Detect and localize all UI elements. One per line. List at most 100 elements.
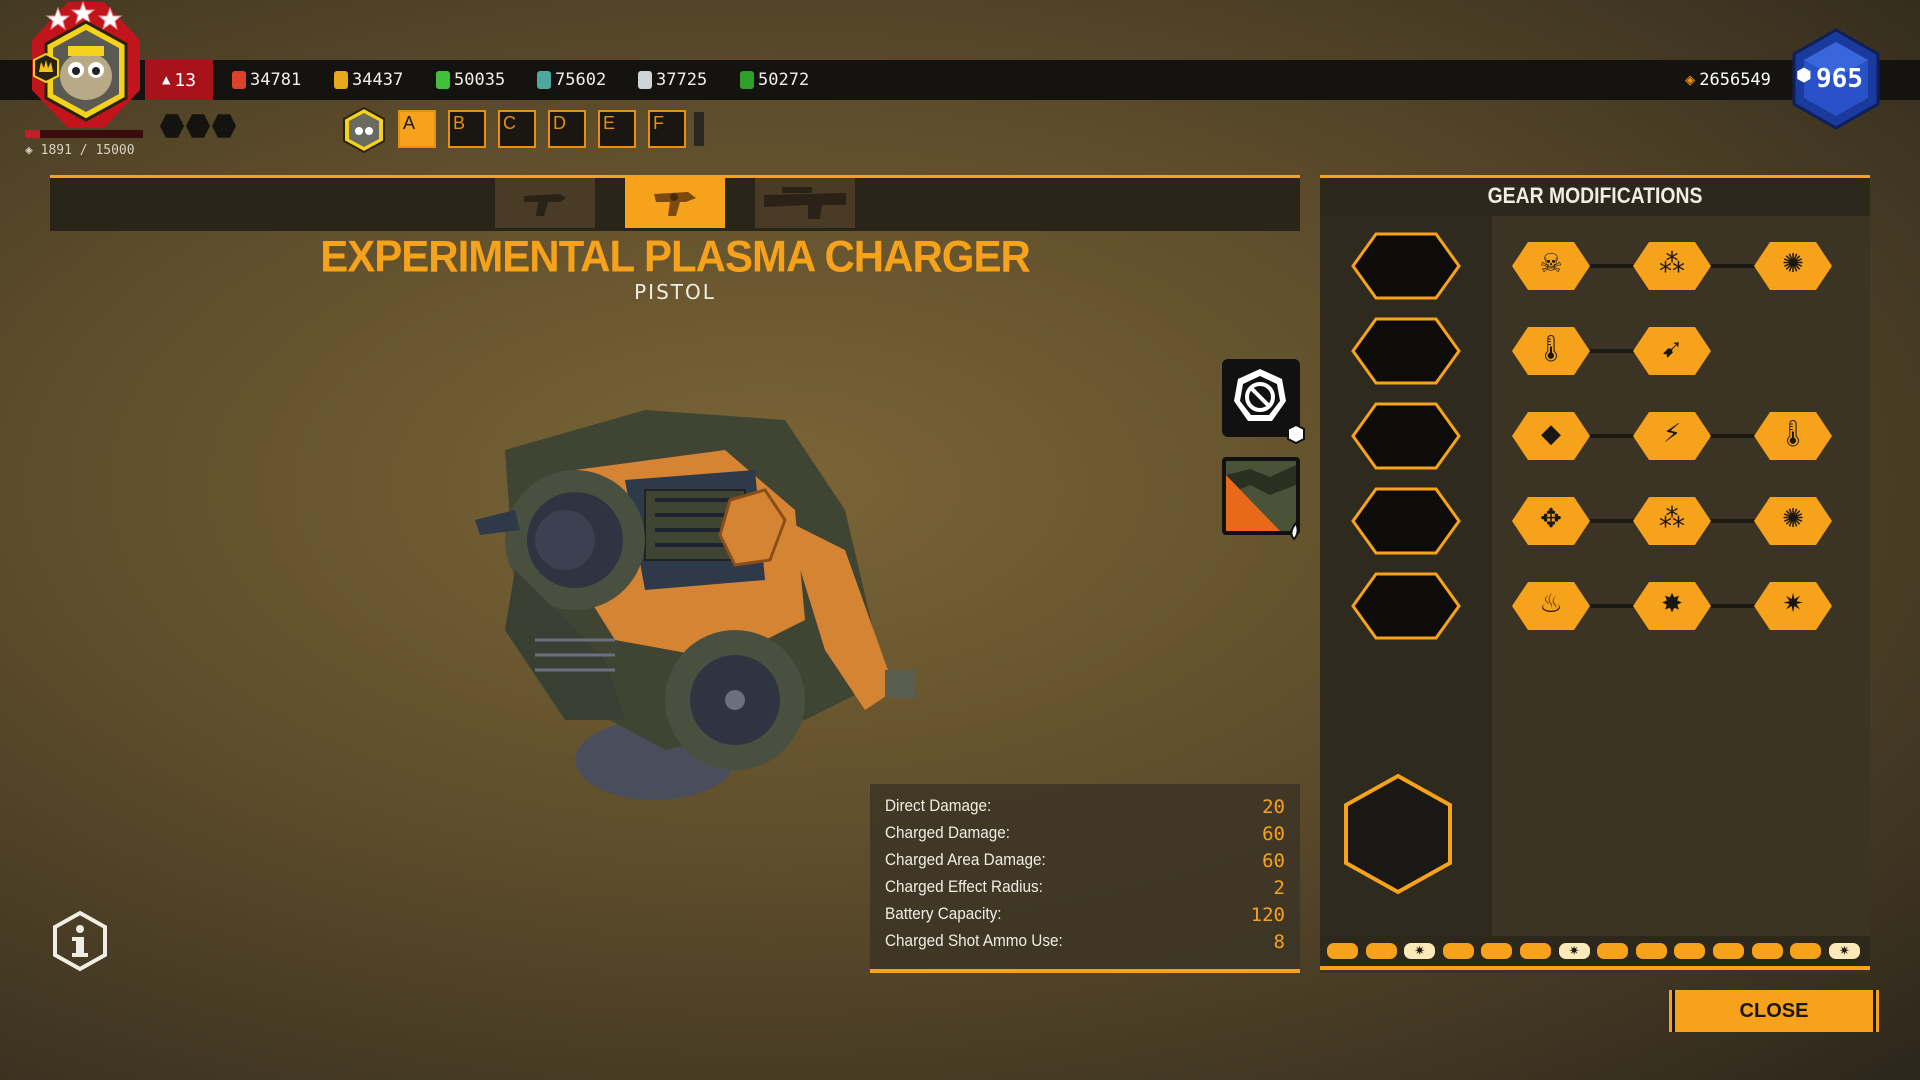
bullets-icon: ⁂: [1659, 249, 1685, 279]
stat-label: Charged Damage:: [885, 823, 1011, 842]
loadout-slot-d[interactable]: D: [548, 110, 586, 148]
stat-value: 2: [1273, 877, 1285, 899]
resource-value: 50272: [758, 70, 810, 90]
fire-icon: ♨: [1539, 589, 1563, 619]
tier-marker: [1790, 943, 1822, 959]
level-value: 965: [1816, 64, 1863, 94]
tier-marker: [1365, 943, 1397, 959]
heavy-gun-icon: [764, 187, 846, 219]
temperature-down-icon: 🌡: [1534, 334, 1568, 364]
perk-slot-empty[interactable]: [186, 114, 210, 138]
gear-mod-option[interactable]: ✸: [1631, 580, 1713, 632]
gear-mod-option[interactable]: ✺: [1752, 240, 1834, 292]
gear-mod-option[interactable]: ✥: [1510, 495, 1592, 547]
stat-row: Charged Area Damage: 60: [885, 850, 1285, 877]
stat-row: Charged Shot Ammo Use: 8: [885, 931, 1285, 958]
reticle-icon: ✺: [1782, 504, 1804, 534]
xp-value: 1891 / 15000: [40, 143, 135, 158]
gear-mod-option[interactable]: ⁂: [1631, 240, 1713, 292]
stat-row: Charged Effect Radius: 2: [885, 877, 1285, 904]
tab-primary-weapon[interactable]: [495, 178, 595, 228]
gear-mod-option[interactable]: ➹: [1631, 325, 1713, 377]
tier-marker: [1713, 943, 1744, 959]
gear-mod-option[interactable]: ✺: [1752, 495, 1834, 547]
loadout-slot-a[interactable]: A: [398, 110, 436, 148]
ore-chunk-icon: ◆: [1541, 419, 1561, 449]
loadout-slot-e[interactable]: E: [598, 110, 636, 148]
resource-counter: 50272: [740, 60, 809, 100]
loadout-slot-b[interactable]: B: [448, 110, 486, 148]
stat-label: Charged Shot Ammo Use:: [885, 931, 1063, 950]
gear-mod-option[interactable]: 🌡: [1752, 410, 1834, 462]
tab-heavy-weapon[interactable]: [755, 178, 855, 228]
loadout-slot-c[interactable]: C: [498, 110, 536, 148]
credits-icon: ◈: [1685, 70, 1696, 90]
stat-label: Direct Damage:: [885, 796, 992, 815]
weapon-type: PISTOL: [634, 280, 716, 304]
resource-counter: 50035: [436, 60, 505, 100]
upgrade-progress-strip: [1320, 936, 1870, 970]
resource-counter: 75602: [537, 60, 606, 100]
gear-mod-option[interactable]: ⚡: [1631, 410, 1713, 462]
silver-ore-icon: [638, 71, 652, 89]
perk-slot-empty[interactable]: [160, 114, 184, 138]
slot-divider: [694, 112, 704, 146]
weapon-stats-panel: Direct Damage: 20 Charged Damage: 60 Charged…: [870, 784, 1300, 973]
fast-projectile-icon: ➹: [1661, 334, 1683, 364]
gear-mod-option[interactable]: ☠: [1510, 240, 1592, 292]
pistol-icon: [654, 192, 696, 216]
overclock-slot[interactable]: [1342, 772, 1454, 896]
resource-value: 34437: [352, 70, 404, 90]
close-button[interactable]: CLOSE: [1672, 990, 1876, 1032]
resource-value: 50035: [454, 70, 506, 90]
stat-row: Charged Damage: 60: [885, 823, 1285, 850]
mod-slot-empty[interactable]: [1350, 231, 1462, 301]
stat-value: 60: [1262, 850, 1285, 872]
reticle-icon: ✺: [1782, 249, 1804, 279]
tier-star-marker: ✷: [1828, 943, 1860, 959]
tier-marker: [1674, 943, 1706, 959]
tier-marker: [1635, 943, 1667, 959]
mod-slot-empty[interactable]: [1350, 571, 1462, 641]
stat-value: 8: [1273, 931, 1285, 953]
perk-slot-empty[interactable]: [212, 114, 236, 138]
stat-value: 120: [1250, 904, 1285, 926]
gear-mod-option[interactable]: ✷: [1752, 580, 1834, 632]
mod-slot-empty[interactable]: [1350, 316, 1462, 386]
stat-label: Charged Effect Radius:: [885, 877, 1043, 896]
rifle-icon: [524, 194, 566, 216]
gear-mod-option[interactable]: 🌡: [1510, 325, 1592, 377]
player-avatar[interactable]: [18, 0, 148, 130]
tier-star-marker: ✷: [1558, 943, 1590, 959]
paint-job-button[interactable]: [1220, 455, 1300, 541]
tier-marker: [1520, 943, 1551, 959]
loadout-slot-label: B: [453, 113, 466, 133]
stat-value: 20: [1262, 796, 1285, 818]
gear-mod-option[interactable]: ⁂: [1631, 495, 1713, 547]
green-gem-icon: [436, 71, 450, 89]
mod-slot-empty[interactable]: [1350, 486, 1462, 556]
loadout-slot-label: C: [503, 113, 516, 133]
no-skin-button[interactable]: [1220, 357, 1305, 445]
weapon-model[interactable]: [465, 390, 945, 810]
gear-title: GEAR MODIFICATIONS: [1487, 183, 1703, 208]
loadout-slot-f[interactable]: F: [648, 110, 686, 148]
info-button[interactable]: [52, 910, 108, 972]
xp-progress-fill: [25, 130, 40, 138]
gear-mod-option[interactable]: ♨: [1510, 580, 1592, 632]
gear-mod-option[interactable]: ◆: [1510, 410, 1592, 462]
resource-counter: 37725: [638, 60, 707, 100]
crosshair-move-icon: ✥: [1540, 504, 1562, 534]
stat-row: Battery Capacity: 120: [885, 904, 1285, 931]
stat-value: 60: [1262, 823, 1285, 845]
mod-slot-empty[interactable]: [1350, 401, 1462, 471]
credits-value: 2656549: [1699, 70, 1771, 90]
tier-marker: [1327, 943, 1358, 959]
tier-marker: [1442, 943, 1474, 959]
credits-display: ◈ 2656549: [1685, 60, 1771, 100]
class-portrait-icon[interactable]: [342, 106, 386, 154]
tab-pistol[interactable]: [625, 178, 725, 228]
teal-crystal-icon: [537, 71, 551, 89]
temperature-down-icon: 🌡: [1776, 419, 1810, 449]
resource-value: 37725: [656, 70, 708, 90]
